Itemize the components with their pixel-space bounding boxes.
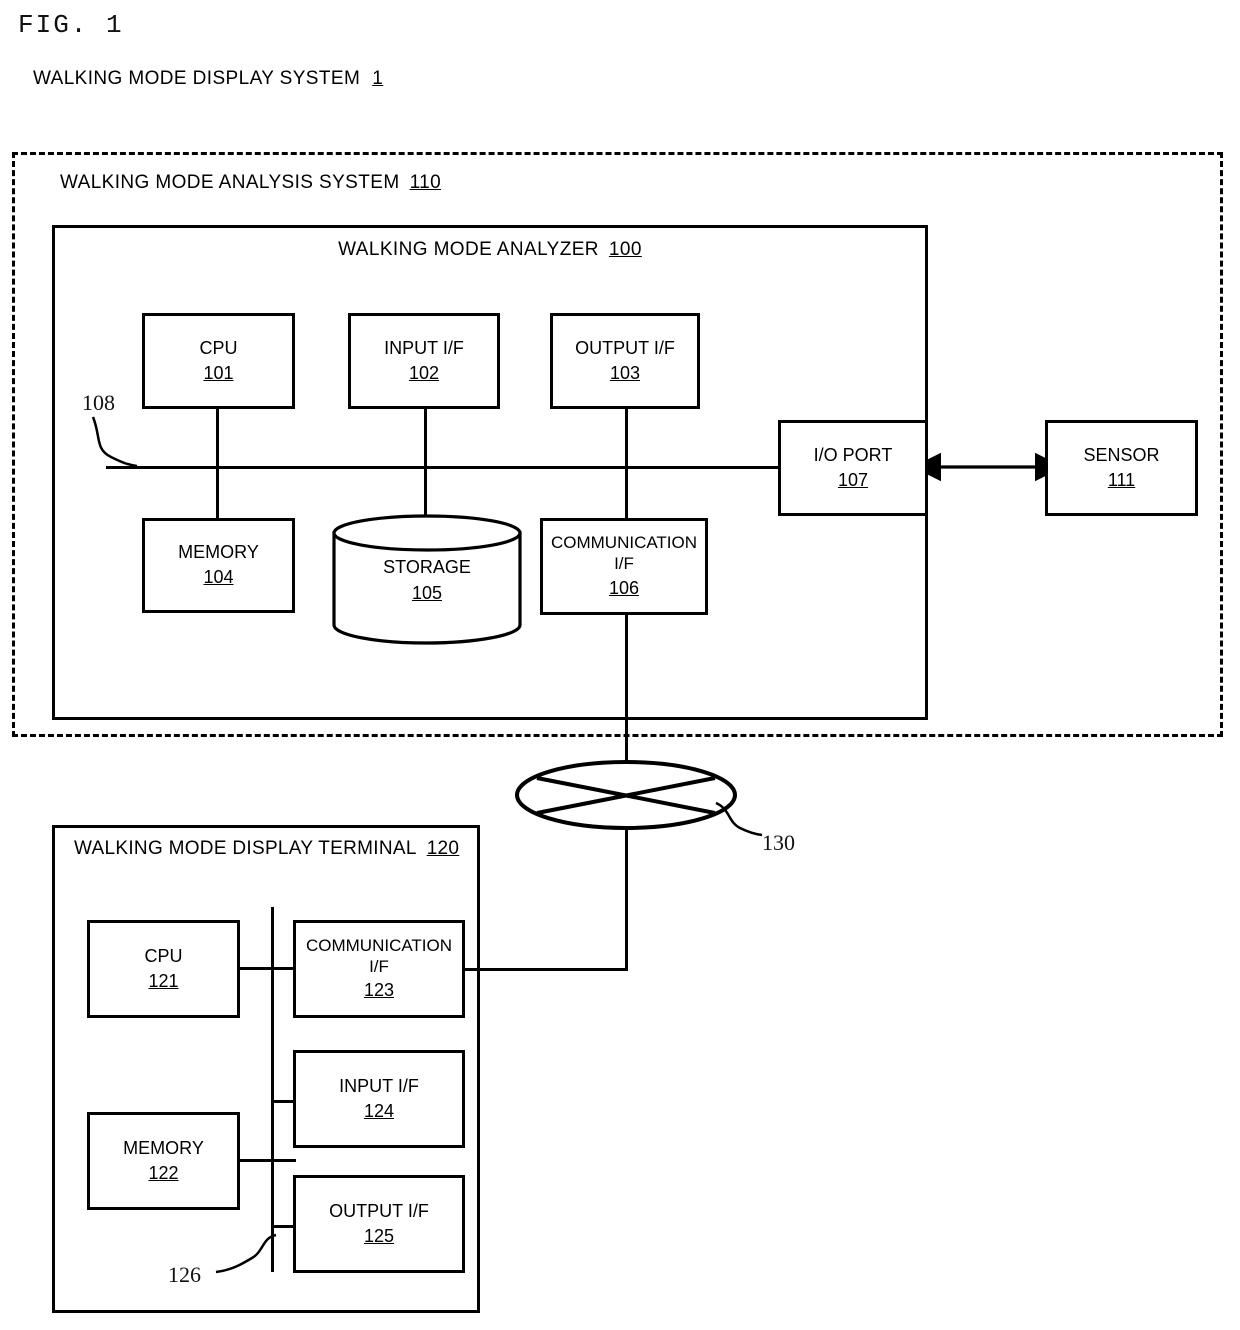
terminal-bus-ref-126: 126	[168, 1262, 201, 1287]
node-input-if-102: INPUT I/F 102	[348, 313, 500, 409]
node-output-if-103-number: 103	[609, 362, 641, 383]
node-communication-if-123: COMMUNICATION I/F 123	[293, 920, 465, 1018]
figure-label: FIG. 1	[18, 10, 124, 40]
analysis-system-title: WALKING MODE ANALYSIS SYSTEM 110	[60, 172, 441, 194]
node-communication-if-106-number: 106	[608, 577, 640, 598]
node-cpu-101-number: 101	[203, 362, 234, 383]
node-cpu-121-label: CPU	[144, 945, 183, 966]
node-memory-122-number: 122	[148, 1162, 179, 1183]
analyzer-title: WALKING MODE ANALYZER 100	[52, 239, 928, 261]
analysis-system-title-text: WALKING MODE ANALYSIS SYSTEM	[60, 172, 400, 193]
node-io-port-107-label: I/O PORT	[813, 444, 893, 465]
patent-figure-page: FIG. 1 WALKING MODE DISPLAY SYSTEM 1 WALK…	[0, 0, 1240, 1330]
node-communication-if-106-label: COMMUNICATION	[550, 533, 698, 553]
node-communication-if-106-label2: I/F	[614, 554, 634, 574]
node-output-if-103: OUTPUT I/F 103	[550, 313, 700, 409]
node-communication-if-123-number: 123	[363, 980, 395, 1001]
io-port-sensor-arrow	[925, 452, 1051, 482]
terminal-bus-leader-line	[215, 1233, 277, 1274]
node-memory-104-label: MEMORY	[178, 542, 259, 563]
system-title-text: WALKING MODE DISPLAY SYSTEM	[33, 68, 361, 89]
analysis-system-number: 110	[409, 172, 442, 193]
node-input-if-102-label: INPUT I/F	[384, 337, 464, 358]
node-cpu-121: CPU 121	[87, 920, 240, 1018]
node-sensor-111-label: SENSOR	[1083, 444, 1160, 465]
network-symbol-icon	[515, 760, 737, 830]
connector-memory-122-bus	[238, 1159, 296, 1162]
connector-memory-bus	[216, 466, 219, 520]
node-communication-if-123-label2: I/F	[369, 956, 389, 976]
node-storage-105-number: 105	[411, 582, 443, 603]
terminal-title: WALKING MODE DISPLAY TERMINAL 120	[74, 838, 459, 860]
connector-cpu-121-bus	[238, 967, 296, 970]
node-memory-104-number: 104	[203, 567, 234, 587]
connector-storage-bus	[424, 466, 427, 518]
node-output-if-125-label: OUTPUT I/F	[329, 1200, 429, 1221]
bus-ref-108: 108	[82, 390, 115, 415]
node-output-if-103-label: OUTPUT I/F	[575, 337, 675, 358]
node-storage-105-label: STORAGE	[383, 557, 471, 577]
node-communication-if-106: COMMUNICATION I/F 106	[540, 518, 708, 615]
bus-leader-line	[91, 416, 138, 468]
node-cpu-101: CPU 101	[142, 313, 295, 409]
analyzer-title-text: WALKING MODE ANALYZER	[338, 239, 599, 260]
node-memory-122: MEMORY 122	[87, 1112, 240, 1210]
terminal-network-connector	[465, 968, 628, 971]
node-io-port-107-number: 107	[837, 469, 869, 490]
analyzer-number: 100	[608, 239, 642, 260]
node-memory-122-label: MEMORY	[123, 1137, 204, 1158]
network-ref-130: 130	[762, 830, 795, 855]
node-cpu-121-number: 121	[148, 970, 179, 991]
system-title: WALKING MODE DISPLAY SYSTEM 1	[33, 68, 383, 90]
connector-comm-if-bus	[625, 466, 628, 520]
node-communication-if-123-label: COMMUNICATION	[305, 935, 453, 955]
connector-output-if-bus	[625, 406, 628, 468]
connector-input-if-bus	[424, 406, 427, 468]
node-sensor-111-number: 111	[1107, 469, 1136, 490]
node-sensor-111: SENSOR 111	[1045, 420, 1198, 516]
connector-cpu-bus	[216, 406, 219, 468]
terminal-title-text: WALKING MODE DISPLAY TERMINAL	[74, 838, 417, 859]
node-io-port-107: I/O PORT 107	[778, 420, 928, 516]
node-memory-104: MEMORY 104	[142, 518, 295, 613]
system-title-number: 1	[372, 68, 384, 89]
node-input-if-124-number: 124	[363, 1100, 395, 1121]
node-output-if-125-number: 125	[363, 1225, 395, 1246]
node-input-if-124: INPUT I/F 124	[293, 1050, 465, 1148]
terminal-bus-line	[271, 907, 274, 1272]
node-input-if-102-number: 102	[408, 362, 440, 383]
node-cpu-101-label: CPU	[199, 337, 238, 358]
node-storage-105: STORAGE 105	[331, 556, 523, 604]
terminal-number: 120	[426, 838, 460, 859]
node-input-if-124-label: INPUT I/F	[339, 1075, 419, 1096]
node-output-if-125: OUTPUT I/F 125	[293, 1175, 465, 1273]
